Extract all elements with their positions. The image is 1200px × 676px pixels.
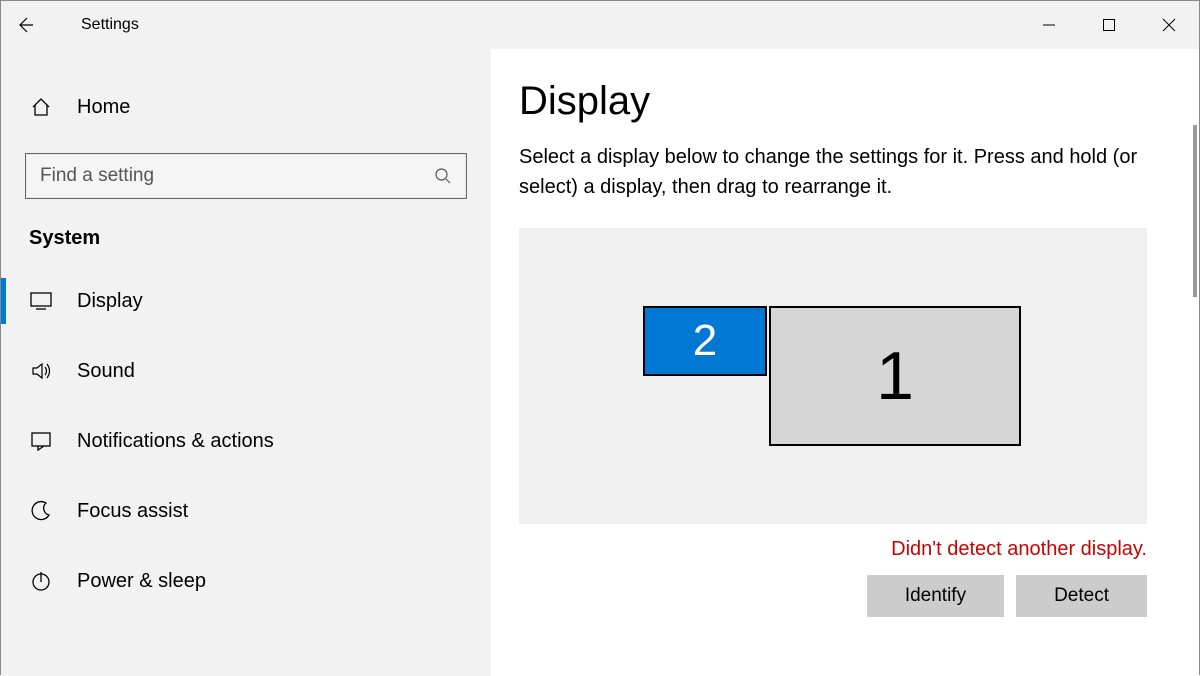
detection-error-text: Didn't detect another display.	[519, 538, 1147, 561]
content-container: Home System Display Sound Notifications …	[1, 49, 1199, 676]
minimize-icon	[1042, 18, 1056, 32]
notifications-icon	[29, 430, 53, 452]
page-title: Display	[519, 79, 1159, 124]
scrollbar-thumb[interactable]	[1193, 125, 1197, 297]
detect-button[interactable]: Detect	[1016, 575, 1147, 617]
close-icon	[1162, 18, 1176, 32]
sidebar-item-label: Sound	[77, 360, 135, 383]
sidebar-item-power-sleep[interactable]: Power & sleep	[1, 546, 491, 616]
sidebar-item-label: Power & sleep	[77, 570, 206, 593]
main-content: Display Select a display below to change…	[491, 49, 1199, 676]
maximize-icon	[1102, 18, 1116, 32]
sidebar-item-sound[interactable]: Sound	[1, 336, 491, 406]
search-icon	[434, 167, 452, 185]
sidebar-item-label: Focus assist	[77, 500, 188, 523]
search-box[interactable]	[25, 153, 467, 199]
maximize-button[interactable]	[1079, 1, 1139, 49]
search-input[interactable]	[40, 165, 434, 187]
window-controls	[1019, 1, 1199, 49]
sound-icon	[29, 360, 53, 382]
identify-button[interactable]: Identify	[867, 575, 1004, 617]
sidebar-item-label: Notifications & actions	[77, 430, 274, 453]
back-arrow-icon	[15, 15, 35, 35]
home-icon	[29, 96, 53, 118]
sidebar-item-display[interactable]: Display	[1, 266, 491, 336]
power-icon	[29, 570, 53, 592]
minimize-button[interactable]	[1019, 1, 1079, 49]
category-header: System	[1, 223, 491, 266]
home-nav-item[interactable]: Home	[1, 79, 491, 135]
titlebar: Settings	[1, 1, 1199, 49]
window-title: Settings	[81, 16, 139, 34]
button-row: Identify Detect	[519, 575, 1147, 617]
home-label: Home	[77, 96, 130, 119]
sidebar-item-notifications[interactable]: Notifications & actions	[1, 406, 491, 476]
monitor-1[interactable]: 1	[769, 306, 1021, 446]
close-button[interactable]	[1139, 1, 1199, 49]
monitor-2[interactable]: 2	[643, 306, 767, 376]
page-description: Select a display below to change the set…	[519, 142, 1159, 202]
back-button[interactable]	[1, 1, 49, 49]
sidebar-item-focus-assist[interactable]: Focus assist	[1, 476, 491, 546]
sidebar-item-label: Display	[77, 290, 143, 313]
sidebar: Home System Display Sound Notifications …	[1, 49, 491, 676]
focus-assist-icon	[29, 500, 53, 522]
display-icon	[29, 292, 53, 310]
display-arrangement-area[interactable]: 2 1	[519, 228, 1147, 524]
